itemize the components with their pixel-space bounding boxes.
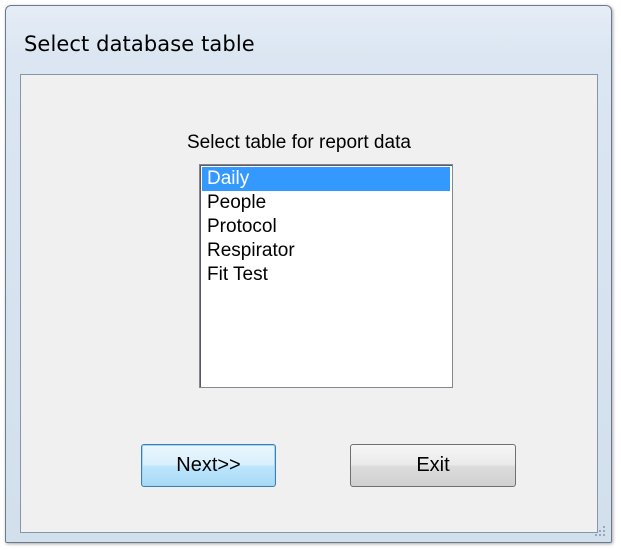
- table-listbox[interactable]: Daily People Protocol Respirator Fit Tes…: [199, 164, 453, 388]
- dialog-content: Select table for report data Daily Peopl…: [20, 74, 598, 533]
- list-prompt-label: Select table for report data: [187, 132, 411, 153]
- title-bar[interactable]: Select database table: [6, 6, 611, 72]
- list-item-people[interactable]: People: [202, 191, 450, 215]
- next-button[interactable]: Next>>: [141, 444, 276, 487]
- list-item-daily[interactable]: Daily: [202, 167, 450, 191]
- exit-button[interactable]: Exit: [350, 444, 516, 487]
- list-item-fit-test[interactable]: Fit Test: [202, 263, 450, 287]
- list-item-protocol[interactable]: Protocol: [202, 215, 450, 239]
- list-item-respirator[interactable]: Respirator: [202, 239, 450, 263]
- window-title: Select database table: [24, 32, 255, 56]
- dialog-window: Select database table Select table for r…: [5, 5, 612, 543]
- resize-grip-icon[interactable]: [593, 524, 607, 538]
